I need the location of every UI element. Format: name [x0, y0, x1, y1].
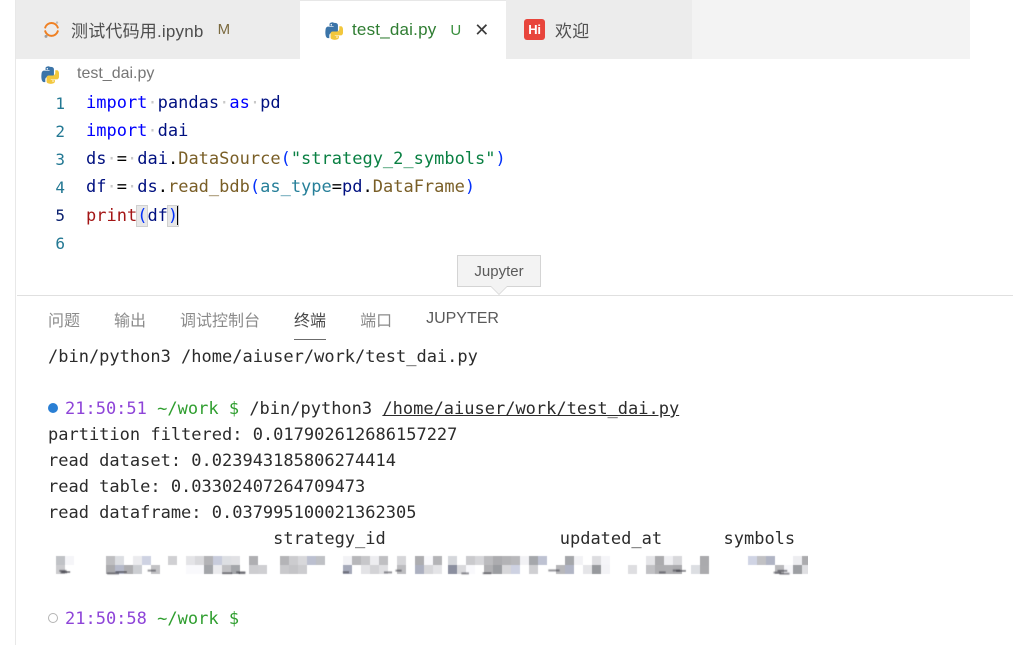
- panel-tab-jupyter[interactable]: JUPYTER: [426, 310, 499, 330]
- code-line[interactable]: 1 import·pandas·as·pd: [17, 89, 1013, 117]
- welcome-hi-icon: Hi: [524, 19, 545, 40]
- editor-tab-notebook[interactable]: 测试代码用.ipynb M: [16, 0, 300, 59]
- terminal-spacer: [48, 370, 1013, 396]
- editor-tab-python-label: test_dai.py: [352, 20, 437, 39]
- editor-tab-welcome[interactable]: Hi 欢迎: [506, 0, 692, 59]
- editor-tab-notebook-modified-badge: M: [217, 21, 231, 38]
- code-content: df·=·ds.read_bdb(as_type=pd.DataFrame): [86, 177, 476, 197]
- line-number: 1: [55, 93, 65, 113]
- prompt-status-bullet-active: [48, 403, 58, 413]
- jupyter-tooltip-label: Jupyter: [474, 262, 524, 280]
- breadcrumb-file-label[interactable]: test_dai.py: [77, 65, 154, 83]
- bottom-panel: 问题 输出 调试控制台 终端 端口 JUPYTER /bin/python3 /…: [17, 295, 1013, 645]
- prompt-cwd: ~/work: [157, 399, 219, 419]
- terminal-prompt-line-2: 21:50:58 ~/work $: [48, 606, 1013, 632]
- editor-tab-bar: 测试代码用.ipynb M test_dai.py U ✕ Hi 欢迎: [0, 0, 1013, 59]
- panel-tab-problems[interactable]: 问题: [48, 307, 80, 333]
- jupyter-tooltip: Jupyter: [457, 255, 541, 295]
- code-line[interactable]: 4 df·=·ds.read_bdb(as_type=pd.DataFrame): [17, 173, 1013, 201]
- line-number: 2: [55, 121, 65, 141]
- line-number: 4: [55, 177, 65, 197]
- panel-tab-ports[interactable]: 端口: [360, 307, 392, 333]
- code-line[interactable]: 6: [17, 229, 1013, 257]
- prompt-timestamp: 21:50:58: [65, 609, 147, 629]
- terminal-prompt-line-1: 21:50:51 ~/work $ /bin/python3 /home/aiu…: [48, 396, 1013, 422]
- editor-tab-python-active[interactable]: test_dai.py U ✕: [300, 0, 506, 59]
- line-number-active: 5: [55, 205, 65, 225]
- terminal-output-line: read dataset: 0.023943185806274414: [48, 451, 396, 471]
- code-line[interactable]: 2 import·dai: [17, 117, 1013, 145]
- prompt-symbol: $: [228, 609, 240, 629]
- prompt-cwd: ~/work: [157, 609, 219, 629]
- terminal-output-line: partition filtered: 0.017902612686157227: [48, 425, 458, 445]
- text-cursor: [177, 204, 180, 225]
- terminal-spacer: [48, 580, 1013, 606]
- panel-tab-terminal[interactable]: 终端: [294, 307, 327, 340]
- breadcrumb-python-file-icon: [40, 65, 60, 84]
- editor-tab-python-untracked-badge: U: [450, 21, 462, 39]
- code-content: import·pandas·as·pd: [86, 93, 281, 113]
- prompt-timestamp: 21:50:51: [65, 399, 147, 419]
- code-content: ds·=·dai.DataSource("strategy_2_symbols"…: [86, 149, 506, 169]
- dataframe-header-row: strategy_id updated_at symbols: [48, 529, 796, 549]
- activity-bar-edge: [0, 0, 16, 645]
- prompt-command: /bin/python3: [249, 399, 373, 419]
- python-file-icon: [324, 21, 344, 40]
- editor-tab-welcome-label: 欢迎: [555, 22, 590, 41]
- code-content: print(df): [86, 204, 180, 227]
- editor-tab-notebook-label: 测试代码用.ipynb: [71, 22, 204, 41]
- line-number: 6: [55, 233, 65, 253]
- terminal-output-line: read dataframe: 0.037995100021362305: [48, 503, 417, 523]
- code-content: import·dai: [86, 121, 189, 141]
- code-line[interactable]: 3 ds·=·dai.DataSource("strategy_2_symbol…: [17, 145, 1013, 173]
- panel-tab-output[interactable]: 输出: [114, 307, 146, 333]
- panel-tab-debug-console[interactable]: 调试控制台: [180, 307, 260, 333]
- terminal-output-line: read table: 0.03302407264709473: [48, 477, 366, 497]
- panel-tab-list: 问题 输出 调试控制台 终端 端口 JUPYTER: [17, 296, 1013, 344]
- terminal-run-command: /bin/python3 /home/aiuser/work/test_dai.…: [48, 347, 478, 367]
- prompt-script-link[interactable]: /home/aiuser/work/test_dai.py: [382, 399, 679, 419]
- terminal-output[interactable]: /bin/python3 /home/aiuser/work/test_dai.…: [48, 344, 1013, 645]
- breadcrumb[interactable]: test_dai.py: [17, 59, 1013, 89]
- prompt-symbol: $: [228, 399, 240, 419]
- redacted-pixels: [48, 554, 808, 576]
- code-line-active[interactable]: 5 print(df): [17, 201, 1013, 229]
- dataframe-data-row-redacted: [48, 554, 1013, 580]
- close-icon[interactable]: ✕: [474, 21, 489, 39]
- prompt-status-bullet-idle: [48, 613, 58, 623]
- jupyter-notebook-icon: [42, 20, 61, 39]
- line-number: 3: [55, 149, 65, 169]
